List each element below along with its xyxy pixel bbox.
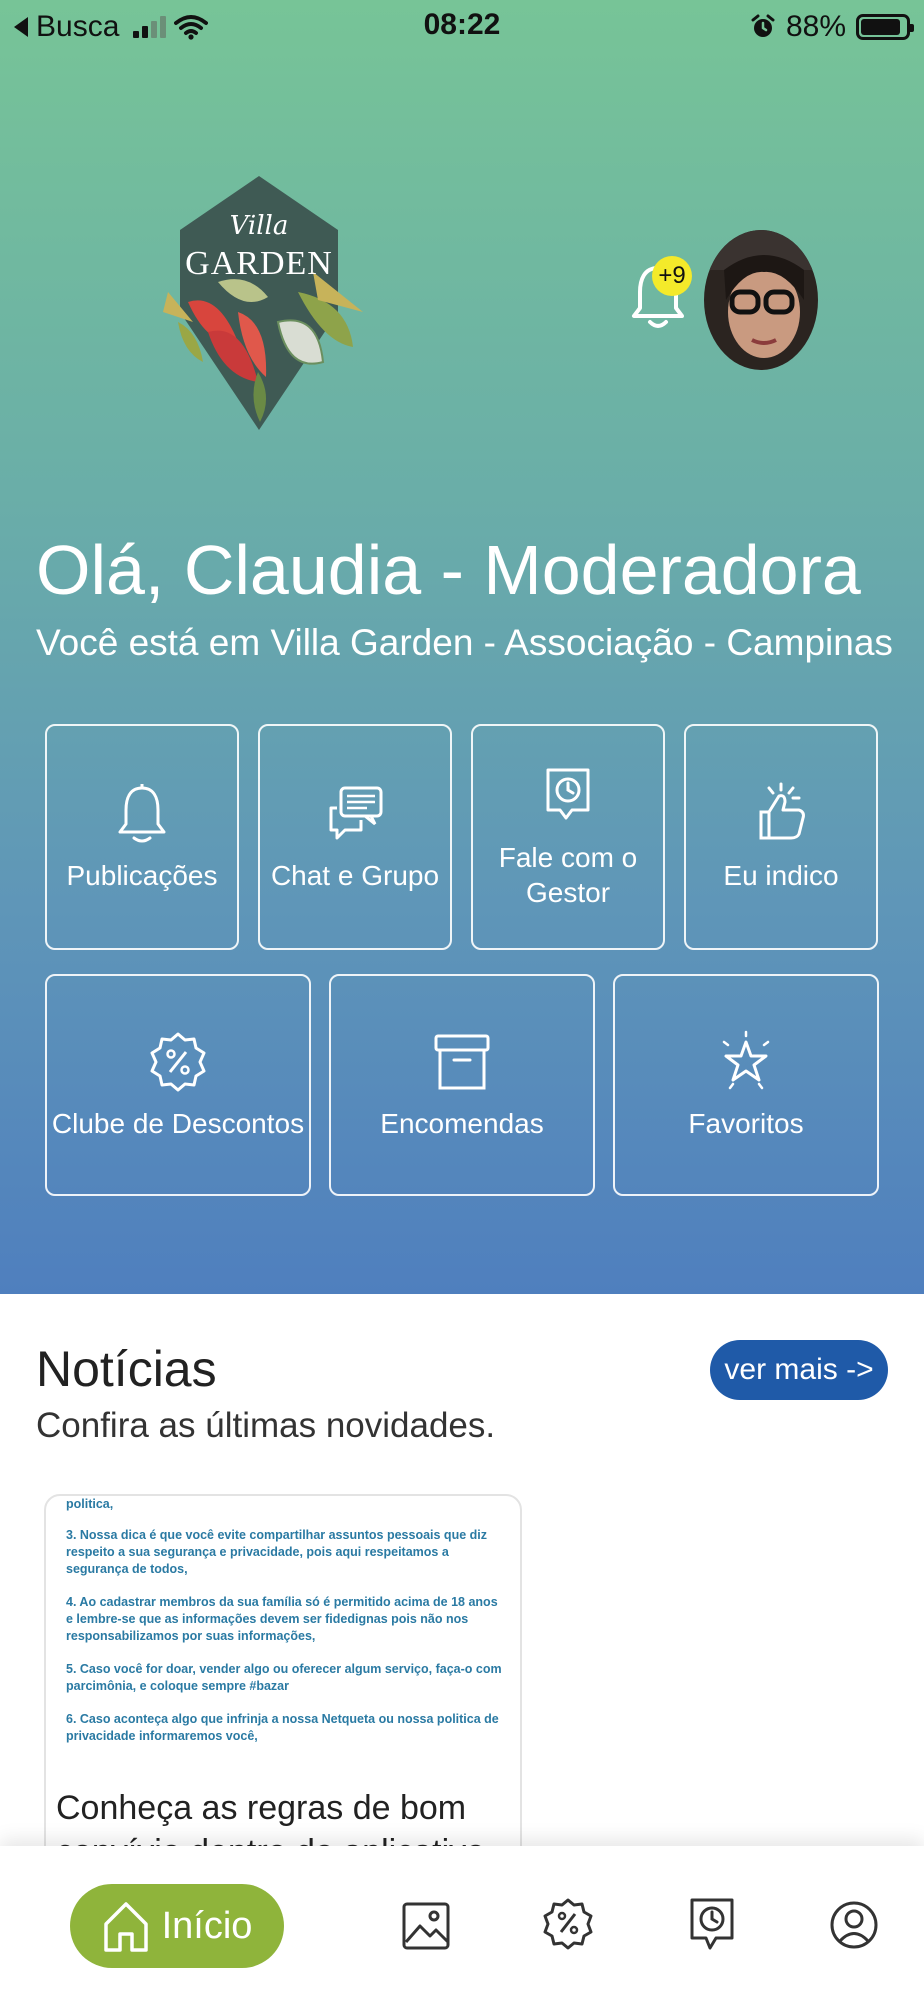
- archive-box-icon: [434, 1034, 490, 1089]
- discount-icon[interactable]: [542, 1896, 594, 1954]
- bottom-navigation: Início: [0, 1846, 924, 2000]
- profile-icon[interactable]: [828, 1896, 880, 1954]
- battery-percent: 88%: [785, 10, 846, 43]
- tile-label: Eu indico: [723, 859, 839, 891]
- tile-label: Encomendas: [380, 1107, 544, 1139]
- status-bar: Busca 08:22 88%: [0, 0, 924, 56]
- clock-message-icon: [546, 768, 590, 820]
- status-right: 88%: [750, 10, 914, 44]
- star-icon: [722, 1030, 770, 1089]
- tile-label: Publicações: [66, 859, 218, 891]
- logo-villa-text: Villa: [230, 211, 289, 241]
- notification-count-badge: +9: [652, 256, 692, 296]
- news-card-image: politica, 3. Nossa dica é que você evite…: [66, 1496, 506, 1761]
- see-more-button[interactable]: ver mais ->: [710, 1340, 888, 1400]
- battery-icon: [856, 14, 914, 40]
- tile-encomendas[interactable]: Encomendas: [329, 974, 595, 1196]
- thumbs-up-icon: [759, 782, 805, 839]
- villa-garden-logo: Villa GARDEN: [163, 176, 363, 430]
- tile-label: Chat e Grupo: [270, 859, 440, 891]
- news-card[interactable]: politica, 3. Nossa dica é que você evite…: [44, 1494, 522, 1874]
- rule-line: 6. Caso aconteça algo que infrinja a nos…: [66, 1712, 499, 1743]
- nav-home-label: Início: [161, 1904, 253, 1947]
- tile-label: Fale com o Gestor: [498, 842, 638, 908]
- home-icon: [103, 1902, 148, 1952]
- greeting-title: Olá, Claudia - Moderadora: [36, 531, 861, 609]
- chat-bubbles-icon: [329, 786, 383, 839]
- nav-home-button[interactable]: Início: [70, 1884, 284, 1968]
- tile-favoritos[interactable]: Favoritos: [613, 974, 879, 1196]
- rule-line: 5. Caso você for doar, vender algo ou of…: [66, 1662, 502, 1693]
- tile-label: Favoritos: [688, 1107, 804, 1139]
- discount-badge-icon: [150, 1032, 206, 1091]
- news-subtitle: Confira as últimas novidades.: [36, 1406, 496, 1445]
- news-title: Notícias: [36, 1341, 217, 1397]
- location-subtitle: Você está em Villa Garden - Associação -…: [36, 622, 893, 663]
- tile-publicacoes[interactable]: Publicações: [45, 724, 239, 950]
- tile-clube-descontos[interactable]: Clube de Descontos: [45, 974, 311, 1196]
- rule-line: politica,: [66, 1497, 114, 1511]
- message-clock-icon[interactable]: [686, 1896, 738, 1954]
- avatar[interactable]: [704, 230, 818, 370]
- alarm-icon: [751, 14, 775, 37]
- tile-eu-indico[interactable]: Eu indico: [684, 724, 878, 950]
- tile-label: Clube de Descontos: [51, 1107, 305, 1139]
- tile-chat-grupo[interactable]: Chat e Grupo: [258, 724, 452, 950]
- bell-icon: [118, 783, 166, 842]
- rule-line: 3. Nossa dica é que você evite compartil…: [66, 1528, 487, 1576]
- rule-line: 4. Ao cadastrar membros da sua família s…: [66, 1595, 498, 1643]
- gallery-icon[interactable]: [400, 1896, 452, 1954]
- logo-garden-text: GARDEN: [185, 245, 333, 282]
- tile-fale-gestor[interactable]: Fale com o Gestor: [471, 724, 665, 950]
